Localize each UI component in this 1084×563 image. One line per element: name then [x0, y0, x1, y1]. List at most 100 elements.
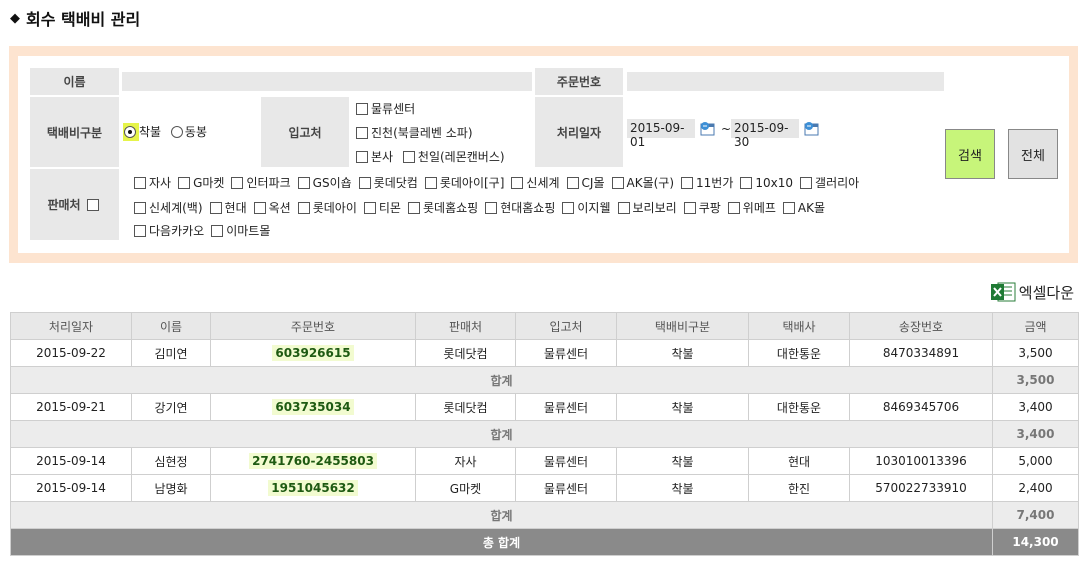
seller-option[interactable]: AK몰(구)	[611, 176, 674, 190]
checkbox-icon[interactable]	[402, 151, 415, 163]
calendar-icon[interactable]	[700, 121, 716, 136]
seller-option[interactable]: 갤러리아	[800, 176, 859, 190]
seller-option[interactable]: 자사	[134, 176, 171, 190]
search-button[interactable]: 검색	[945, 129, 995, 179]
checkbox-icon[interactable]	[363, 202, 376, 214]
order-number-link[interactable]: 603926615	[272, 345, 354, 361]
date-to-input[interactable]: 2015-09-30	[731, 119, 799, 149]
checkbox-icon[interactable]	[727, 202, 740, 214]
table-cell[interactable]: 603735034	[210, 393, 416, 421]
table-row[interactable]: 2015-09-14 남명화 1951045632 G마켓 물류센터 착불 한진 570022…	[10, 474, 1079, 502]
checkbox-icon[interactable]	[511, 177, 524, 189]
seller-option[interactable]: CJ몰	[566, 176, 605, 190]
radio-cod[interactable]	[123, 123, 139, 141]
seller-option[interactable]: 다음카카오	[134, 224, 204, 238]
seller-option[interactable]: 이마트몰	[211, 224, 270, 238]
seller-option[interactable]: 인터파크	[231, 176, 291, 190]
checkbox-icon[interactable]	[178, 177, 191, 189]
column-header[interactable]: 송장번호	[849, 312, 993, 340]
checkbox-icon[interactable]	[253, 202, 266, 214]
checkbox-icon[interactable]	[134, 177, 146, 189]
seller-option-label: 자사	[149, 176, 172, 190]
checkbox-icon[interactable]	[297, 177, 310, 189]
checkbox-icon[interactable]	[209, 202, 222, 214]
checkbox-icon[interactable]	[485, 202, 498, 214]
checkbox-icon[interactable]	[297, 202, 310, 214]
seller-option[interactable]: 롯데닷컴	[358, 176, 418, 190]
checkbox-icon[interactable]	[424, 177, 437, 189]
order-number-link[interactable]: 1951045632	[268, 480, 358, 496]
checkbox-icon[interactable]	[800, 177, 813, 189]
seller-option-label: 다음카카오	[149, 224, 205, 238]
table-row[interactable]: 2015-09-14 심현정 2741760-2455803 자사 물류센터 착불 현대 10…	[10, 447, 1079, 475]
seller-option[interactable]: AK몰	[782, 201, 825, 215]
checkbox-icon[interactable]	[134, 202, 146, 214]
column-header[interactable]: 택배사	[748, 312, 850, 340]
seller-option[interactable]: 10x10	[740, 176, 793, 190]
radio-enclosed-label[interactable]: 동봉	[185, 125, 207, 139]
column-header[interactable]: 금액	[992, 312, 1079, 340]
radio-enclosed[interactable]	[170, 126, 183, 138]
table-row[interactable]: 2015-09-21 강기연 603735034 롯데닷컴 물류센터 착불 대한통운 8469…	[10, 393, 1079, 421]
checkbox-icon[interactable]	[740, 177, 753, 189]
seller-option[interactable]: 쿠팡	[683, 201, 721, 215]
seller-option[interactable]: 11번가	[681, 176, 733, 190]
checkbox-icon[interactable]	[782, 202, 795, 214]
order-number-input[interactable]	[627, 72, 944, 91]
checkbox-icon[interactable]	[407, 202, 420, 214]
column-header[interactable]: 택배비구분	[616, 312, 749, 340]
column-header[interactable]: 이름	[131, 312, 211, 340]
column-header[interactable]: 입고처	[515, 312, 617, 340]
seller-option[interactable]: 이지웰	[562, 201, 611, 215]
seller-option[interactable]: 현대홈쇼핑	[485, 201, 555, 215]
seller-option[interactable]: 티몬	[363, 201, 401, 215]
checkbox-icon[interactable]	[358, 177, 371, 189]
seller-option[interactable]: 위메프	[727, 201, 776, 215]
column-header[interactable]: 판매처	[415, 312, 516, 340]
seller-option[interactable]: 롯데아이	[297, 201, 357, 215]
checkbox-icon[interactable]	[356, 127, 368, 139]
checkbox-icon[interactable]	[211, 225, 224, 237]
seller-option[interactable]: G마켓	[178, 176, 224, 190]
checkbox-icon[interactable]	[611, 177, 624, 189]
excel-download-button[interactable]: 엑셀다운	[990, 281, 1074, 303]
table-cell[interactable]: 2741760-2455803	[210, 447, 416, 475]
seller-option[interactable]: 보리보리	[617, 201, 677, 215]
date-from-input[interactable]: 2015-09-01	[627, 119, 695, 149]
all-button[interactable]: 전체	[1008, 129, 1058, 179]
order-number-link[interactable]: 2741760-2455803	[249, 453, 377, 469]
checkbox-icon[interactable]	[231, 177, 244, 189]
column-header[interactable]: 처리일자	[10, 312, 132, 340]
table-cell[interactable]: 603926615	[210, 339, 416, 367]
checkbox-icon[interactable]	[356, 103, 368, 115]
seller-option[interactable]: GS이숍	[297, 176, 352, 190]
column-header[interactable]: 주문번호	[210, 312, 416, 340]
table-cell: 롯데닷컴	[415, 339, 516, 367]
warehouse-option-label: 진천(북클레벤 소파)	[371, 126, 473, 140]
warehouse-option-1[interactable]: 물류센터	[356, 100, 415, 117]
name-input[interactable]	[122, 72, 532, 91]
checkbox-icon[interactable]	[681, 177, 694, 189]
checkbox-icon[interactable]	[134, 225, 146, 237]
seller-select-all-checkbox[interactable]	[86, 198, 99, 211]
calendar-icon[interactable]	[804, 121, 820, 136]
table-cell[interactable]: 1951045632	[210, 474, 416, 502]
checkbox-icon[interactable]	[562, 202, 575, 214]
checkbox-icon[interactable]	[356, 151, 368, 163]
checkbox-icon[interactable]	[683, 202, 696, 214]
checkbox-icon[interactable]	[566, 177, 579, 189]
checkbox-icon[interactable]	[617, 202, 630, 214]
warehouse-option-3[interactable]: 본사 천일(레몬캔버스)	[356, 148, 505, 165]
seller-option[interactable]: 롯데아이[구]	[424, 176, 504, 190]
warehouse-option-2[interactable]: 진천(북클레벤 소파)	[356, 124, 473, 141]
seller-option[interactable]: 옥션	[253, 201, 291, 215]
subtotal-label: 합계	[10, 366, 993, 394]
seller-label-text: 판매처	[47, 198, 81, 212]
order-number-link[interactable]: 603735034	[272, 399, 354, 415]
seller-option[interactable]: 현대	[209, 201, 247, 215]
seller-option[interactable]: 롯데홈쇼핑	[407, 201, 478, 215]
seller-option[interactable]: 신세계(백)	[134, 201, 203, 215]
seller-option[interactable]: 신세계	[511, 176, 560, 190]
table-row[interactable]: 2015-09-22 김미연 603926615 롯데닷컴 물류센터 착불 대한통운 8470…	[10, 339, 1079, 367]
radio-cod-label[interactable]: 착불	[139, 125, 161, 139]
